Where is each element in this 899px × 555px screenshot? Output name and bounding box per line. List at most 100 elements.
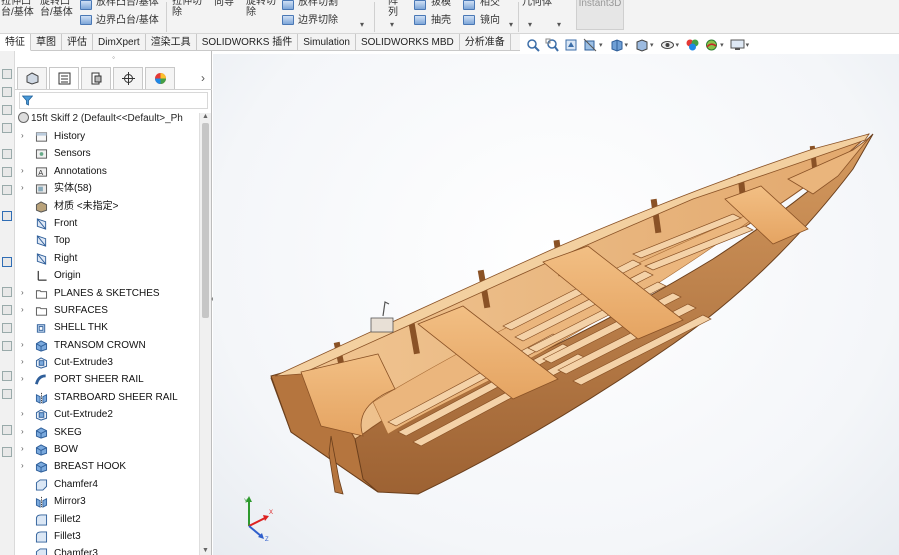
mirror-button[interactable]: 镜向 xyxy=(480,15,500,26)
tab-analysis-prep[interactable]: 分析准备 xyxy=(460,34,511,51)
tab-dimxpert-manager[interactable] xyxy=(113,66,143,89)
strip-tool-icon[interactable] xyxy=(2,105,12,115)
tree-expand-chevron-icon[interactable]: › xyxy=(21,288,29,297)
tree-item[interactable]: Sensors xyxy=(15,145,201,162)
curves-dropdown-chevron-icon[interactable]: ▾ xyxy=(557,20,561,29)
tab-display-manager[interactable] xyxy=(145,66,175,89)
tree-item[interactable]: Origin xyxy=(15,267,201,284)
tree-expand-chevron-icon[interactable]: › xyxy=(21,131,29,140)
strip-tool-icon[interactable] xyxy=(2,341,12,351)
strip-tool-icon[interactable] xyxy=(2,87,12,97)
edit-appearance-icon[interactable] xyxy=(685,38,700,52)
filter-funnel-icon[interactable] xyxy=(22,95,33,106)
tree-item[interactable]: Chamfer3 xyxy=(15,545,201,555)
strip-tool-icon[interactable] xyxy=(2,257,12,267)
tree-expand-chevron-icon[interactable]: › xyxy=(21,374,29,383)
strip-tool-icon[interactable] xyxy=(2,123,12,133)
cut-dropdown-chevron-icon[interactable]: ▾ xyxy=(360,20,364,29)
scroll-up-icon[interactable]: ▲ xyxy=(202,113,209,120)
extruded-cut-button[interactable]: 拉伸切 除 xyxy=(172,0,202,18)
tree-item[interactable]: › BOW xyxy=(15,441,201,458)
panel-drag-handle[interactable]: ◦ xyxy=(15,51,212,65)
strip-tool-icon[interactable] xyxy=(2,185,12,195)
tab-solidworks-mbd[interactable]: SOLIDWORKS MBD xyxy=(356,34,460,51)
tree-item[interactable]: › History xyxy=(15,128,201,145)
tree-item[interactable]: › PLANES & SKETCHES xyxy=(15,285,201,302)
tree-expand-chevron-icon[interactable]: › xyxy=(21,305,29,314)
tree-expand-chevron-icon[interactable]: › xyxy=(21,166,29,175)
tree-item[interactable]: Chamfer4 xyxy=(15,476,201,493)
lofted-boss-button[interactable]: 放样凸台/基体 xyxy=(96,0,159,8)
tree-expand-chevron-icon[interactable]: › xyxy=(21,461,29,470)
tab-configuration-manager[interactable] xyxy=(81,66,111,89)
section-view-icon[interactable] xyxy=(583,38,598,52)
hideshow-dropdown-chevron-icon[interactable]: ▾ xyxy=(676,41,680,49)
tab-sketch[interactable]: 草图 xyxy=(31,34,62,51)
strip-tool-icon[interactable] xyxy=(2,371,12,381)
zoom-to-fit-icon[interactable] xyxy=(526,38,541,52)
scroll-down-icon[interactable]: ▼ xyxy=(202,547,209,554)
scene-dropdown-chevron-icon[interactable]: ▾ xyxy=(720,41,724,49)
draft-button[interactable]: 拔模 xyxy=(431,0,451,8)
strip-tool-icon[interactable] xyxy=(2,305,12,315)
tree-item[interactable]: › Cut-Extrude3 xyxy=(15,354,201,371)
tree-expand-chevron-icon[interactable]: › xyxy=(21,183,29,192)
boat-model[interactable] xyxy=(213,54,899,555)
previous-view-icon[interactable] xyxy=(564,38,579,52)
revolved-cut-button[interactable]: 旋转切 除 xyxy=(246,0,276,18)
tab-simulation[interactable]: Simulation xyxy=(298,34,356,51)
tree-item[interactable]: › SURFACES xyxy=(15,302,201,319)
revolved-boss-button[interactable]: 旋转凸 台/基体 xyxy=(40,0,73,18)
shell-button[interactable]: 抽壳 xyxy=(431,15,451,26)
extruded-boss-button[interactable]: 拉伸凸 台/基体 xyxy=(1,0,34,18)
tree-item[interactable]: Top xyxy=(15,232,201,249)
feature-tree-scrollbar[interactable]: ▲ ▼ xyxy=(199,113,211,555)
lofted-cut-button[interactable]: 放样切割 xyxy=(298,0,338,8)
hide-show-items-icon[interactable] xyxy=(660,38,675,52)
tree-root-part[interactable]: 15ft Skiff 2 (Default<<Default>_Ph xyxy=(18,112,206,126)
tree-item[interactable]: Fillet3 xyxy=(15,528,201,545)
tree-item[interactable]: SHELL THK xyxy=(15,319,201,336)
tree-item[interactable]: › SKEG xyxy=(15,424,201,441)
boundary-boss-button[interactable]: 边界凸台/基体 xyxy=(96,15,159,26)
reference-geometry-button[interactable]: 几何体 xyxy=(522,0,552,8)
strip-tool-icon[interactable] xyxy=(2,167,12,177)
orientation-dropdown-chevron-icon[interactable]: ▾ xyxy=(625,41,629,49)
strip-tool-icon[interactable] xyxy=(2,323,12,333)
tree-expand-chevron-icon[interactable]: › xyxy=(21,340,29,349)
display-style-icon[interactable] xyxy=(634,38,649,52)
strip-tool-icon[interactable] xyxy=(2,211,12,221)
tab-features[interactable]: 特征 xyxy=(0,34,31,51)
strip-tool-icon[interactable] xyxy=(2,425,12,435)
tree-item[interactable]: › PORT SHEER RAIL xyxy=(15,371,201,388)
apply-scene-icon[interactable] xyxy=(704,38,719,52)
intersect-button[interactable]: 相交 xyxy=(480,0,500,8)
instant3d-button[interactable]: Instant3D xyxy=(576,0,624,30)
strip-tool-icon[interactable] xyxy=(2,149,12,159)
reference-dropdown-chevron-icon[interactable]: ▾ xyxy=(528,20,532,29)
tree-item[interactable]: Mirror3 xyxy=(15,493,201,510)
tree-item[interactable]: › A Annotations xyxy=(15,163,201,180)
tree-item[interactable]: 材质 <未指定> xyxy=(15,198,201,215)
oarlock[interactable] xyxy=(370,301,394,333)
pattern-dropdown-chevron-icon[interactable]: ▾ xyxy=(390,20,394,29)
tree-item[interactable]: Front xyxy=(15,215,201,232)
tree-item[interactable]: › BREAST HOOK xyxy=(15,458,201,475)
strip-tool-icon[interactable] xyxy=(2,287,12,297)
pattern-button[interactable]: 阵 列 xyxy=(388,0,398,18)
strip-tool-icon[interactable] xyxy=(2,447,12,457)
section-dropdown-chevron-icon[interactable]: ▾ xyxy=(599,41,603,49)
zoom-area-icon[interactable] xyxy=(545,38,560,52)
graphics-area[interactable]: Y X Z xyxy=(213,54,899,555)
scrollbar-thumb[interactable] xyxy=(202,123,209,318)
tree-filter-field[interactable] xyxy=(19,92,208,109)
tab-feature-manager[interactable] xyxy=(17,66,47,89)
tree-item[interactable]: › Cut-Extrude2 xyxy=(15,406,201,423)
tree-item[interactable]: › TRANSOM CROWN xyxy=(15,337,201,354)
boundary-cut-button[interactable]: 边界切除 xyxy=(298,15,338,26)
tab-property-manager[interactable] xyxy=(49,66,79,89)
tree-item[interactable]: Fillet2 xyxy=(15,511,201,528)
strip-tool-icon[interactable] xyxy=(2,389,12,399)
tab-solidworks-addins[interactable]: SOLIDWORKS 插件 xyxy=(197,34,299,51)
tree-expand-chevron-icon[interactable]: › xyxy=(21,409,29,418)
